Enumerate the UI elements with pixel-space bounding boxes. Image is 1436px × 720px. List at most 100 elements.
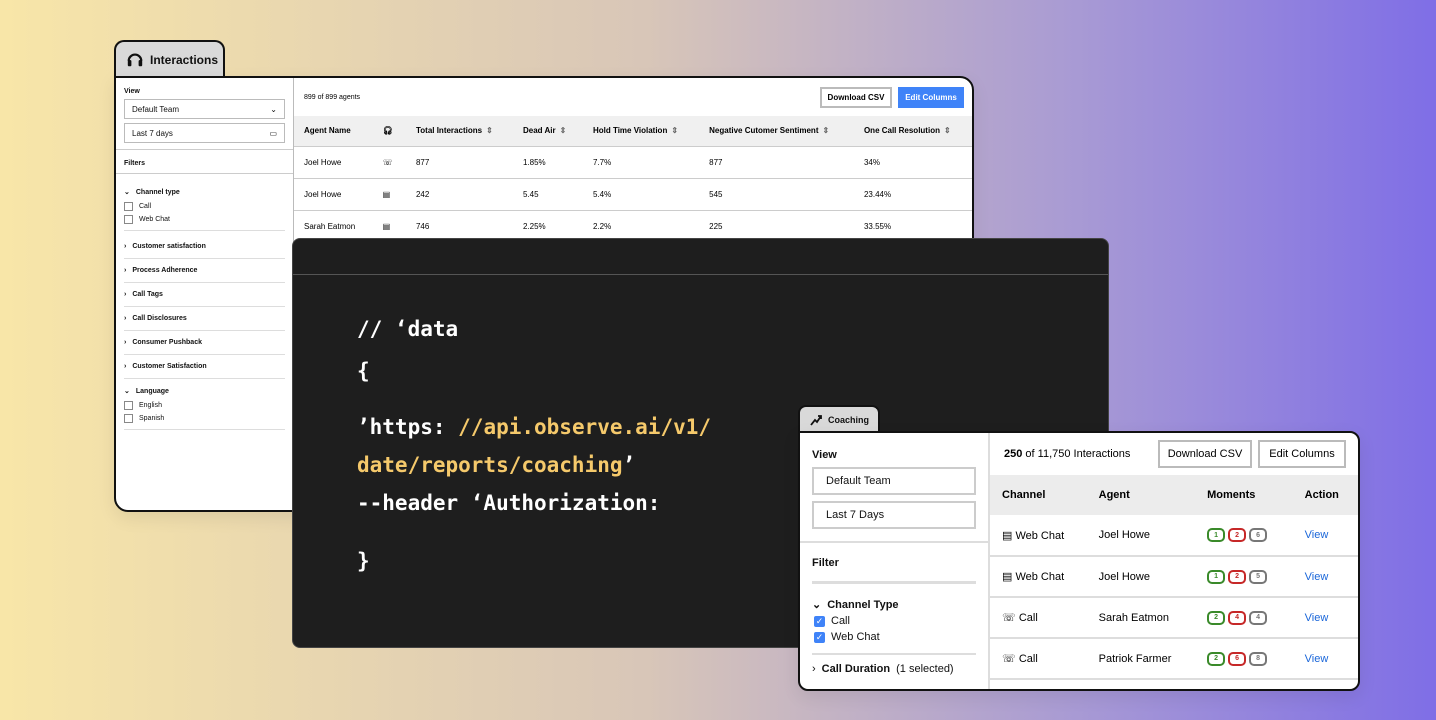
- moment-badge[interactable]: 1: [1207, 569, 1226, 584]
- checkbox-web-chat[interactable]: Web Chat: [124, 215, 285, 231]
- checkbox-english[interactable]: English: [124, 401, 285, 410]
- phone-icon: ☏: [1002, 653, 1019, 665]
- view-link[interactable]: View: [1292, 597, 1358, 639]
- sort-icon[interactable]: ⇕: [944, 126, 951, 135]
- code-line-open-brace: {: [357, 359, 370, 383]
- channel-cell: ▤ Web Chat: [990, 556, 1087, 598]
- table-row[interactable]: ▤ Web Chat Joel Howe 125 View: [990, 556, 1358, 598]
- col-negative-sentiment[interactable]: Negative Cutomer Sentiment ⇕: [699, 116, 854, 147]
- checkbox-call[interactable]: Call: [124, 202, 285, 211]
- chevron-down-icon: ⌄: [124, 388, 130, 395]
- filter-group[interactable]: › Call Disclosures: [124, 307, 285, 331]
- filter-channel-type[interactable]: ⌄ Channel Type: [812, 598, 976, 612]
- col-channel[interactable]: Channel: [990, 475, 1087, 515]
- table-header: Agent Name 🎧︎ Total Interactions ⇕ Dead A…: [294, 116, 972, 147]
- col-channel[interactable]: 🎧︎: [372, 116, 406, 147]
- moment-badge[interactable]: 1: [1207, 528, 1226, 543]
- headset-icon: [127, 53, 143, 67]
- date-select[interactable]: Last 7 days ▭: [124, 123, 285, 143]
- view-link[interactable]: View: [1292, 638, 1358, 680]
- chevron-down-icon: ⌄: [270, 104, 277, 114]
- coaching-window: View Default Team Last 7 Days Filter ⌄ Ch…: [798, 431, 1360, 691]
- moment-badge[interactable]: 4: [1249, 610, 1268, 625]
- checkbox-box[interactable]: [124, 215, 133, 224]
- table-header: Channel Agent Moments Action: [990, 475, 1358, 515]
- moment-badge[interactable]: 2: [1207, 651, 1226, 666]
- checkbox-box[interactable]: [124, 401, 133, 410]
- moment-badge[interactable]: 2: [1228, 528, 1247, 543]
- sort-icon[interactable]: ⇕: [671, 126, 678, 135]
- checkbox-box[interactable]: [124, 414, 133, 423]
- checkbox-spanish[interactable]: Spanish: [124, 414, 285, 430]
- download-csv-button[interactable]: Download CSV: [820, 86, 892, 108]
- moment-badge[interactable]: 2: [1228, 569, 1247, 584]
- col-total-interactions[interactable]: Total Interactions ⇕: [405, 116, 513, 147]
- filter-call-duration[interactable]: › Call Duration (1 selected): [812, 663, 976, 675]
- code-panel-header: [293, 239, 1108, 275]
- coaching-toolbar: 250 of 11,750 Interactions Download CSV …: [990, 433, 1358, 475]
- coaching-tab[interactable]: Coaching: [798, 405, 880, 433]
- calendar-icon: ▭: [269, 128, 277, 138]
- filter-label: Filter: [812, 557, 839, 569]
- moments-cell: 268: [1195, 638, 1293, 680]
- view-link[interactable]: View: [1292, 515, 1358, 557]
- filter-group[interactable]: › Consumer Pushback: [124, 331, 285, 355]
- interactions-tab-label: Interactions: [150, 53, 219, 67]
- interactions-tab[interactable]: Interactions: [114, 40, 225, 78]
- channel-cell: ▤ Web Chat: [990, 515, 1087, 557]
- checkbox-checked-icon[interactable]: ✓: [814, 615, 825, 627]
- interactions-toolbar: 899 of 899 agents Download CSV Edit Colu…: [294, 78, 972, 116]
- filter-group[interactable]: › Process Adherence: [124, 259, 285, 283]
- table-row[interactable]: Joel Howe ▤ 242 5.45 5.4% 545 23.44%: [294, 178, 972, 211]
- checkbox-checked-icon[interactable]: ✓: [814, 631, 825, 643]
- table-row[interactable]: Joel Howe ☏ 877 1.85% 7.7% 877 34%: [294, 146, 972, 179]
- moment-badge[interactable]: 6: [1249, 528, 1268, 543]
- download-csv-button[interactable]: Download CSV: [1158, 440, 1252, 468]
- coaching-tab-label: Coaching: [828, 415, 870, 425]
- sort-icon[interactable]: ⇕: [560, 126, 567, 135]
- col-one-call-resolution[interactable]: One Call Resolution ⇕: [853, 116, 972, 147]
- team-select[interactable]: Default Team ⌄: [124, 99, 285, 119]
- col-dead-air[interactable]: Dead Air ⇕: [512, 116, 583, 147]
- moment-badge[interactable]: 6: [1228, 651, 1247, 666]
- filter-language[interactable]: ⌄ Language: [124, 379, 285, 397]
- trend-arrow-icon: [810, 415, 822, 426]
- sort-icon[interactable]: ⇕: [486, 126, 493, 135]
- phone-icon: ☏: [1002, 612, 1019, 624]
- chevron-right-icon: ›: [812, 663, 816, 675]
- chevron-right-icon: ›: [124, 339, 127, 346]
- filter-channel-type[interactable]: ⌄ Channel type: [124, 180, 285, 198]
- coaching-main: 250 of 11,750 Interactions Download CSV …: [990, 433, 1358, 689]
- table-row[interactable]: ▤ Web Chat Joel Howe 126 View: [990, 515, 1358, 557]
- sort-icon[interactable]: ⇕: [822, 126, 829, 135]
- moments-cell: 125: [1195, 556, 1293, 598]
- col-agent[interactable]: Agent: [1086, 475, 1196, 515]
- col-agent-name[interactable]: Agent Name: [294, 116, 373, 147]
- moment-badge[interactable]: 8: [1249, 651, 1268, 666]
- checkbox-box[interactable]: [124, 202, 133, 211]
- edit-columns-button[interactable]: Edit Columns: [898, 86, 964, 108]
- moment-badge[interactable]: 2: [1207, 610, 1226, 625]
- edit-columns-button[interactable]: Edit Columns: [1258, 440, 1346, 468]
- view-link[interactable]: View: [1292, 556, 1358, 598]
- checkbox-call[interactable]: ✓ Call: [814, 615, 976, 627]
- interaction-count: 250 of 11,750 Interactions: [1004, 448, 1131, 460]
- moment-badge[interactable]: 4: [1228, 610, 1247, 625]
- table-row[interactable]: ☏ Call Patriok Farmer 268 View: [990, 638, 1358, 680]
- chevron-down-icon: ⌄: [812, 599, 822, 611]
- chat-icon: ▤: [1002, 571, 1016, 583]
- moments-cell: 126: [1195, 515, 1293, 557]
- headset-icon: 🎧︎: [382, 126, 393, 136]
- filter-group[interactable]: › Customer Satisfaction: [124, 355, 285, 379]
- team-input[interactable]: Default Team: [812, 467, 976, 495]
- phone-icon: ☏: [372, 146, 406, 179]
- date-input[interactable]: Last 7 Days: [812, 501, 976, 529]
- checkbox-web-chat[interactable]: ✓ Web Chat: [814, 631, 976, 643]
- table-row[interactable]: ☏ Call Sarah Eatmon 244 View: [990, 597, 1358, 639]
- col-moments[interactable]: Moments: [1195, 475, 1293, 515]
- moment-badge[interactable]: 5: [1249, 569, 1268, 584]
- col-hold-time[interactable]: Hold Time Violation ⇕: [582, 116, 700, 147]
- filter-group[interactable]: › Call Tags: [124, 283, 285, 307]
- col-action[interactable]: Action: [1292, 475, 1358, 515]
- filter-group[interactable]: › Customer satisfaction: [124, 235, 285, 259]
